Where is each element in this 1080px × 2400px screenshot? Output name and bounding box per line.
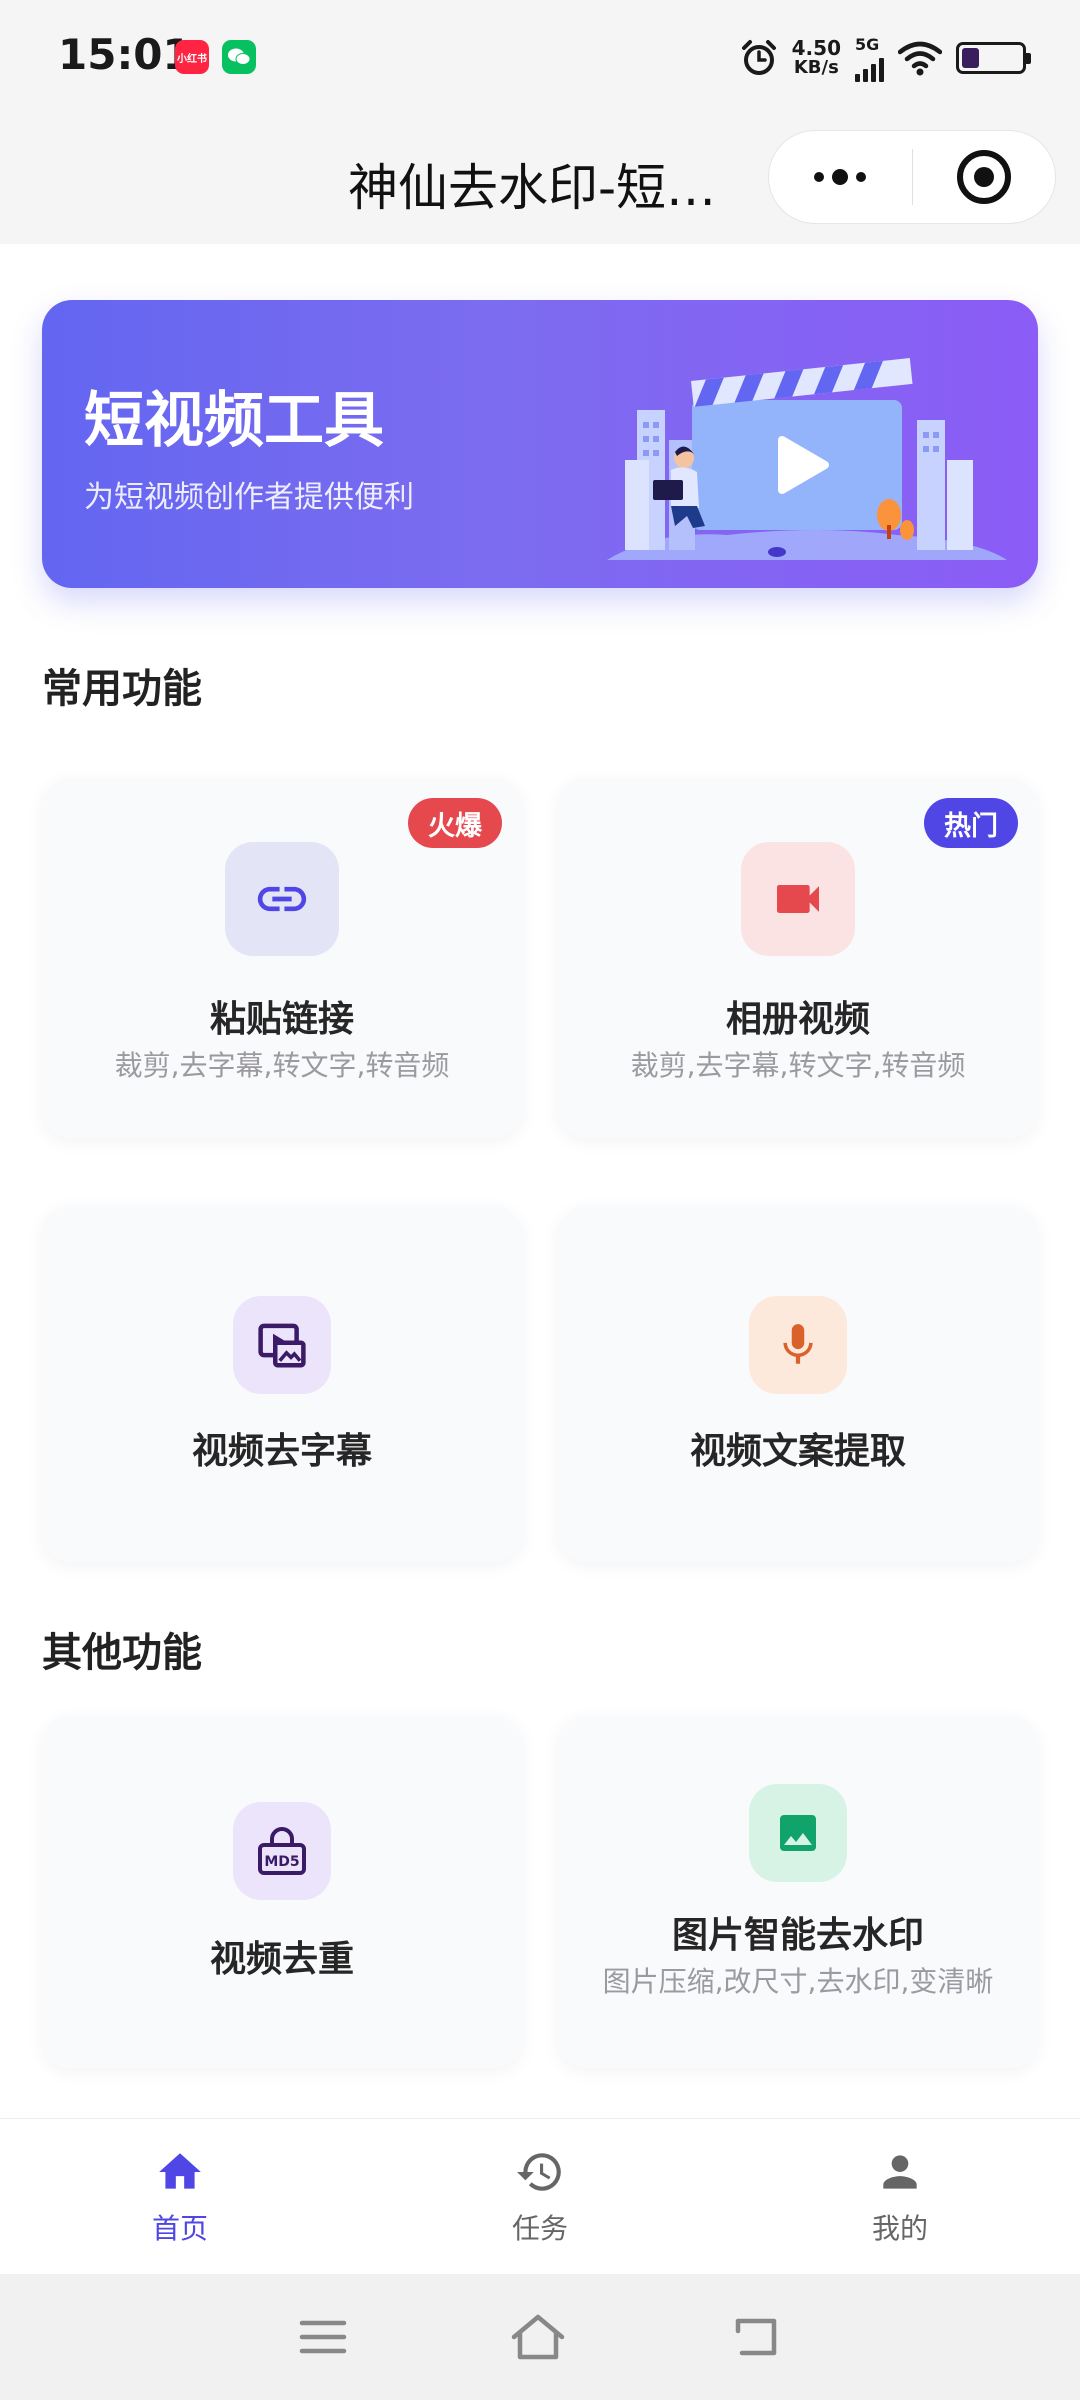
link-icon [225, 842, 339, 956]
mini-program-capsule [768, 130, 1056, 224]
back-icon[interactable] [728, 2313, 782, 2361]
banner-subtitle: 为短视频创作者提供便利 [84, 480, 414, 515]
section-title-common: 常用功能 [42, 666, 202, 712]
speed-unit: KB/s [793, 57, 839, 78]
wechat-notification-icon [222, 40, 256, 74]
page-title: 神仙去水印-短… [348, 159, 717, 217]
paste-link-card[interactable]: 火爆 粘贴链接 裁剪,去字幕,转文字,转音频 [42, 778, 522, 1138]
md5-lock-icon: MD5 [233, 1802, 331, 1900]
remove-subtitle-card[interactable]: 视频去字幕 [42, 1206, 522, 1562]
video-dedupe-card[interactable]: MD5 视频去重 [42, 1716, 522, 2068]
md5-text: MD5 [264, 1854, 299, 1870]
card-subtitle: 图片压缩,改尺寸,去水印,变清晰 [602, 1965, 994, 1998]
tab-tasks[interactable]: 任务 [360, 2119, 720, 2274]
extract-copy-card[interactable]: 视频文案提取 [558, 1206, 1038, 1562]
close-mini-program-button[interactable] [912, 130, 1055, 224]
image-icon [749, 1784, 847, 1882]
system-navigation-bar [0, 2274, 1080, 2400]
target-close-icon [956, 150, 1011, 204]
card-title: 视频去重 [209, 1939, 354, 1980]
menu-icon[interactable] [298, 2315, 348, 2359]
hero-banner[interactable]: 短视频工具 为短视频创作者提供便利 [42, 300, 1038, 588]
tab-label: 我的 [871, 2211, 928, 2245]
tab-label: 任务 [511, 2211, 568, 2245]
more-button[interactable] [769, 130, 912, 224]
alarm-icon [741, 40, 776, 75]
mini-program-title-bar: 神仙去水印-短… [0, 118, 1080, 244]
network-speed: 4.50 KB/s [792, 38, 841, 78]
speed-value: 4.50 [791, 36, 841, 60]
card-title: 视频去字幕 [191, 1431, 372, 1472]
bottom-tab-bar: 首页 任务 我的 [0, 2118, 1080, 2274]
home-icon [159, 2152, 201, 2189]
status-bar: 15:01 小红书 4.50 KB/s 5G [0, 0, 1080, 118]
status-indicators: 4.50 KB/s 5G [740, 30, 1031, 86]
video-camera-icon [741, 842, 855, 956]
card-title: 粘贴链接 [209, 999, 354, 1040]
cellular-signal: 5G [855, 35, 884, 82]
card-subtitle: 裁剪,去字幕,转文字,转音频 [630, 1049, 966, 1082]
history-icon [517, 2152, 561, 2191]
signal-bars-icon [855, 54, 884, 82]
wifi-icon [898, 41, 942, 76]
microphone-icon [749, 1296, 847, 1394]
popular-tag: 热门 [924, 798, 1018, 848]
banner-title: 短视频工具 [84, 386, 384, 456]
card-subtitle: 裁剪,去字幕,转文字,转音频 [114, 1049, 450, 1082]
home-nav-icon[interactable] [508, 2311, 568, 2363]
album-video-card[interactable]: 热门 相册视频 裁剪,去字幕,转文字,转音频 [558, 778, 1038, 1138]
tab-mine[interactable]: 我的 [720, 2119, 1080, 2274]
tab-label: 首页 [151, 2211, 208, 2245]
image-watermark-removal-card[interactable]: 图片智能去水印 图片压缩,改尺寸,去水印,变清晰 [558, 1716, 1038, 2068]
user-icon [883, 2154, 917, 2189]
card-title: 视频文案提取 [689, 1431, 906, 1472]
status-time: 15:01 [58, 30, 192, 79]
hot-tag: 火爆 [408, 798, 502, 848]
section-title-other: 其他功能 [42, 1630, 202, 1676]
network-type: 5G [855, 34, 880, 54]
tab-home[interactable]: 首页 [0, 2119, 360, 2274]
xiaohongshu-notification-icon: 小红书 [175, 40, 209, 74]
card-title: 相册视频 [725, 999, 870, 1040]
subtitle-remove-icon [233, 1296, 331, 1394]
video-creator-illustration [607, 358, 1007, 560]
card-title: 图片智能去水印 [671, 1915, 924, 1956]
battery-icon [956, 42, 1031, 74]
more-dots-icon [814, 169, 867, 185]
